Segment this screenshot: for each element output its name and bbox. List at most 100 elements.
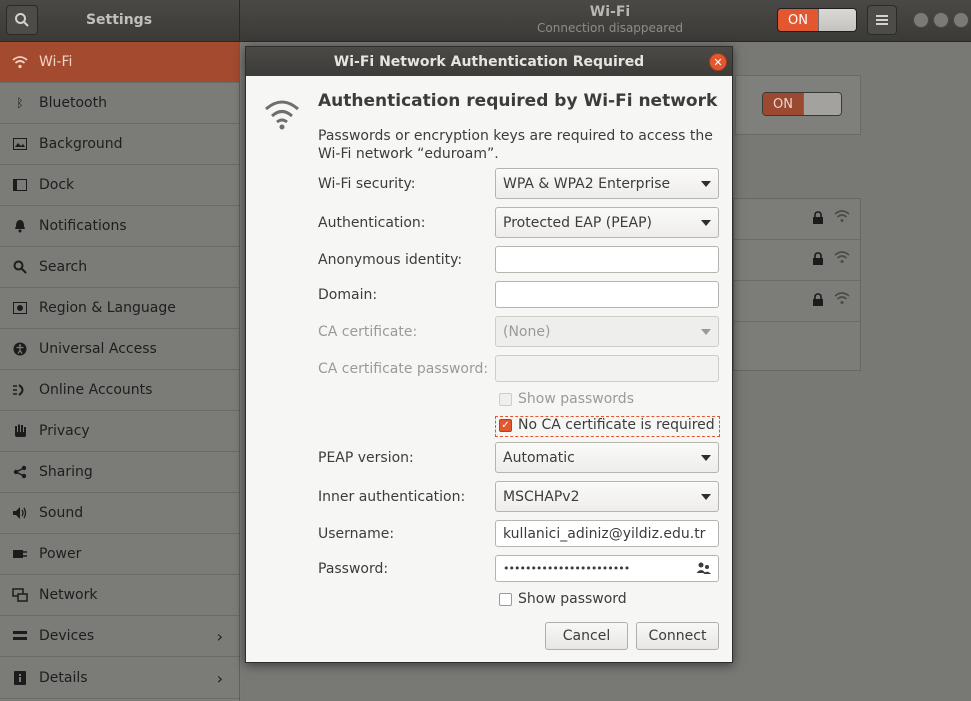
settings-title: Settings [85,12,153,28]
password-storage-icon[interactable] [696,561,712,578]
wifi-icon [12,54,28,70]
devices-icon [12,628,28,644]
chevron-down-icon [701,455,711,461]
chevron-down-icon [701,220,711,226]
username-label: Username: [318,526,395,542]
ca-password-input [495,355,719,382]
inner-auth-select[interactable]: MSCHAPv2 [495,481,719,512]
sidebar-item-label: Dock [39,177,75,193]
sidebar-item-bluetooth[interactable]: ᛒ Bluetooth [0,83,239,124]
wifi-signal-icon [834,250,850,268]
sidebar-item-details[interactable]: Details › [0,658,239,699]
hand-icon [12,423,28,439]
wifi-panel-toggle[interactable]: ON [762,92,842,116]
sidebar-item-privacy[interactable]: Privacy [0,411,239,452]
page-subtitle: Connection disappeared [537,21,683,35]
sidebar-item-label: Privacy [39,423,90,439]
bluetooth-icon: ᛒ [16,96,24,110]
maximize-button[interactable] [933,12,949,28]
password-input[interactable]: ••••••••••••••••••••••• [495,555,719,582]
authentication-value: Protected EAP (PEAP) [503,214,652,231]
search-icon [12,259,28,275]
background-icon [12,136,28,152]
cancel-button[interactable]: Cancel [545,622,628,650]
minimize-button[interactable] [913,12,929,28]
header-left: Settings [0,0,240,42]
region-icon [12,300,28,316]
no-ca-label: No CA certificate is required [518,417,715,433]
wifi-signal-icon [834,209,850,227]
toggle-knob [803,93,841,115]
checkbox-box [499,392,512,406]
username-input[interactable]: kullanici_adiniz@yildiz.edu.tr [495,520,719,547]
sidebar-item-universal-access[interactable]: Universal Access [0,329,239,370]
header-bar: Settings Wi-Fi Connection disappeared ON [0,0,971,42]
sidebar-item-label: Online Accounts [39,382,153,398]
dialog-title: Wi-Fi Network Authentication Required [333,53,645,70]
lock-icon [812,293,824,310]
wifi-icon [264,97,300,135]
info-icon [12,670,28,686]
show-password-checkbox[interactable]: Show password [499,591,627,607]
toggle-on-label: ON [763,93,803,115]
dialog-titlebar: Wi-Fi Network Authentication Required ✕ [246,47,732,76]
power-icon [12,546,28,562]
wifi-security-select[interactable]: WPA & WPA2 Enterprise [495,168,719,199]
domain-input[interactable] [495,281,719,308]
chevron-down-icon [701,329,711,335]
no-ca-checkbox[interactable]: ✓ No CA certificate is required [499,417,715,433]
sidebar-item-sound[interactable]: Sound [0,493,239,534]
dialog-heading: Authentication required by Wi-Fi network [318,91,718,111]
show-passwords-label: Show passwords [518,391,634,407]
close-window-button[interactable] [953,12,969,28]
sidebar-item-search[interactable]: Search [0,247,239,288]
toggle-knob [818,9,856,31]
chevron-down-icon [701,181,711,187]
lock-icon [812,211,824,228]
sidebar-item-label: Network [39,587,98,603]
sidebar: Wi-Fi ᛒ Bluetooth Background Dock Notifi… [0,42,240,701]
sidebar-item-label: Devices [39,628,95,644]
inner-auth-label: Inner authentication: [318,489,466,505]
sidebar-item-label: Region & Language [39,300,176,316]
checkbox-box [499,592,512,606]
sidebar-item-devices[interactable]: Devices › [0,616,239,657]
sidebar-item-label: Notifications [39,218,127,234]
speaker-icon [12,505,28,521]
ca-certificate-select: (None) [495,316,719,347]
dialog-close-button[interactable]: ✕ [709,53,727,71]
hamburger-icon [876,15,888,25]
sidebar-item-network[interactable]: Network [0,575,239,616]
network-list [733,198,861,371]
connect-button[interactable]: Connect [636,622,719,650]
anonymous-identity-input[interactable] [495,246,719,273]
wifi-toggle[interactable]: ON [777,8,857,32]
menu-button[interactable] [867,5,897,35]
sidebar-item-online-accounts[interactable]: Online Accounts [0,370,239,411]
sidebar-item-sharing[interactable]: Sharing [0,452,239,493]
show-password-label: Show password [518,591,627,607]
sidebar-item-label: Background [39,136,123,152]
sidebar-item-region-language[interactable]: Region & Language [0,288,239,329]
sidebar-item-label: Wi-Fi [39,54,73,70]
chevron-right-icon: › [216,626,223,646]
network-row[interactable] [734,199,860,240]
inner-auth-value: MSCHAPv2 [503,488,580,505]
sidebar-item-wifi[interactable]: Wi-Fi [0,42,239,83]
sidebar-item-background[interactable]: Background [0,124,239,165]
page-title: Wi-Fi [589,4,631,20]
network-row[interactable] [734,281,860,322]
peap-version-value: Automatic [503,449,575,466]
toggle-on-label: ON [778,9,818,31]
peap-version-select[interactable]: Automatic [495,442,719,473]
sidebar-item-dock[interactable]: Dock [0,165,239,206]
share-icon [12,464,28,480]
chevron-down-icon [701,494,711,500]
sidebar-item-power[interactable]: Power [0,534,239,575]
network-row[interactable] [734,240,860,281]
dock-icon [12,177,28,193]
authentication-select[interactable]: Protected EAP (PEAP) [495,207,719,238]
ca-certificate-label: CA certificate: [318,324,418,340]
sidebar-item-label: Power [39,546,82,562]
sidebar-item-notifications[interactable]: Notifications [0,206,239,247]
